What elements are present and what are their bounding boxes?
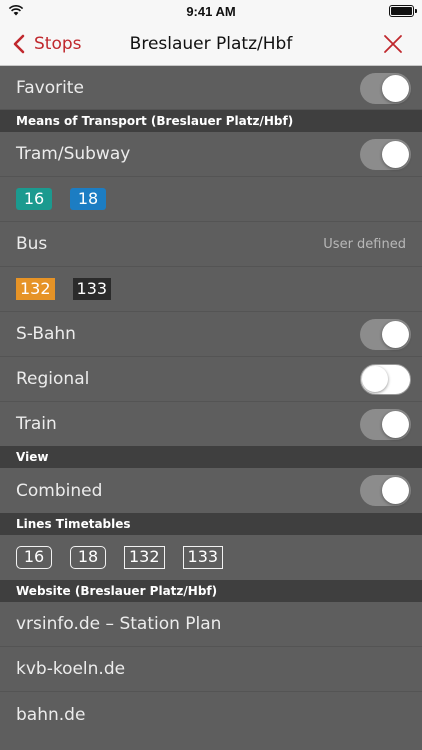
- timetable-line-16[interactable]: 16: [16, 546, 52, 569]
- website-link-label: vrsinfo.de – Station Plan: [16, 614, 222, 634]
- section-header-transport: Means of Transport (Breslauer Platz/Hbf): [0, 110, 422, 132]
- settings-list: Favorite Means of Transport (Breslauer P…: [0, 66, 422, 750]
- back-button-label: Stops: [34, 34, 82, 54]
- close-icon[interactable]: [382, 33, 404, 55]
- combined-toggle[interactable]: [360, 475, 411, 506]
- toggle-knob: [362, 366, 388, 392]
- status-bar: 9:41 AM: [0, 0, 422, 22]
- line-badge-16[interactable]: 16: [16, 188, 52, 210]
- tram-subway-toggle[interactable]: [360, 139, 411, 170]
- favorite-toggle[interactable]: [360, 73, 411, 104]
- line-badge-132[interactable]: 132: [16, 278, 55, 300]
- sbahn-toggle[interactable]: [360, 319, 411, 350]
- timetable-line-133[interactable]: 133: [182, 546, 224, 569]
- battery-icon: [389, 5, 417, 17]
- section-header-website: Website (Breslauer Platz/Hbf): [0, 580, 422, 602]
- timetable-line-132[interactable]: 132: [124, 546, 165, 569]
- toggle-knob: [382, 321, 409, 348]
- line-badge-18[interactable]: 18: [70, 188, 106, 210]
- website-link-label: kvb-koeln.de: [16, 659, 126, 679]
- timetable-line-18[interactable]: 18: [70, 546, 106, 569]
- website-link-kvb[interactable]: kvb-koeln.de: [0, 647, 422, 692]
- train-toggle[interactable]: [360, 409, 411, 440]
- chevron-left-icon: [13, 34, 25, 54]
- tram-lines-row: 16 18: [0, 177, 422, 222]
- status-time: 9:41 AM: [186, 4, 236, 19]
- website-link-label: bahn.de: [16, 704, 86, 725]
- line-badge-133[interactable]: 133: [72, 278, 112, 300]
- bus-row[interactable]: Bus User defined: [0, 222, 422, 267]
- toggle-knob: [382, 411, 409, 438]
- bus-lines-row: 132 133: [0, 267, 422, 312]
- section-header-timetables: Lines Timetables: [0, 513, 422, 535]
- toggle-knob: [382, 141, 409, 168]
- navigation-bar: Stops Breslauer Platz/Hbf: [0, 22, 422, 66]
- toggle-knob: [382, 75, 409, 102]
- combined-row: Combined: [0, 468, 422, 513]
- tram-subway-row: Tram/Subway: [0, 132, 422, 177]
- train-row: Train: [0, 402, 422, 446]
- website-link-vrsinfo[interactable]: vrsinfo.de – Station Plan: [0, 602, 422, 647]
- regional-toggle[interactable]: [360, 364, 411, 395]
- toggle-knob: [382, 477, 409, 504]
- back-button[interactable]: Stops: [10, 22, 82, 66]
- regional-row: Regional: [0, 357, 422, 402]
- sbahn-row: S-Bahn: [0, 312, 422, 357]
- bus-mode-value: User defined: [323, 236, 406, 252]
- favorite-row: Favorite: [0, 66, 422, 110]
- website-link-bahn[interactable]: bahn.de: [0, 692, 422, 737]
- timetable-lines-row: 16 18 132 133: [0, 535, 422, 580]
- section-header-view: View: [0, 446, 422, 468]
